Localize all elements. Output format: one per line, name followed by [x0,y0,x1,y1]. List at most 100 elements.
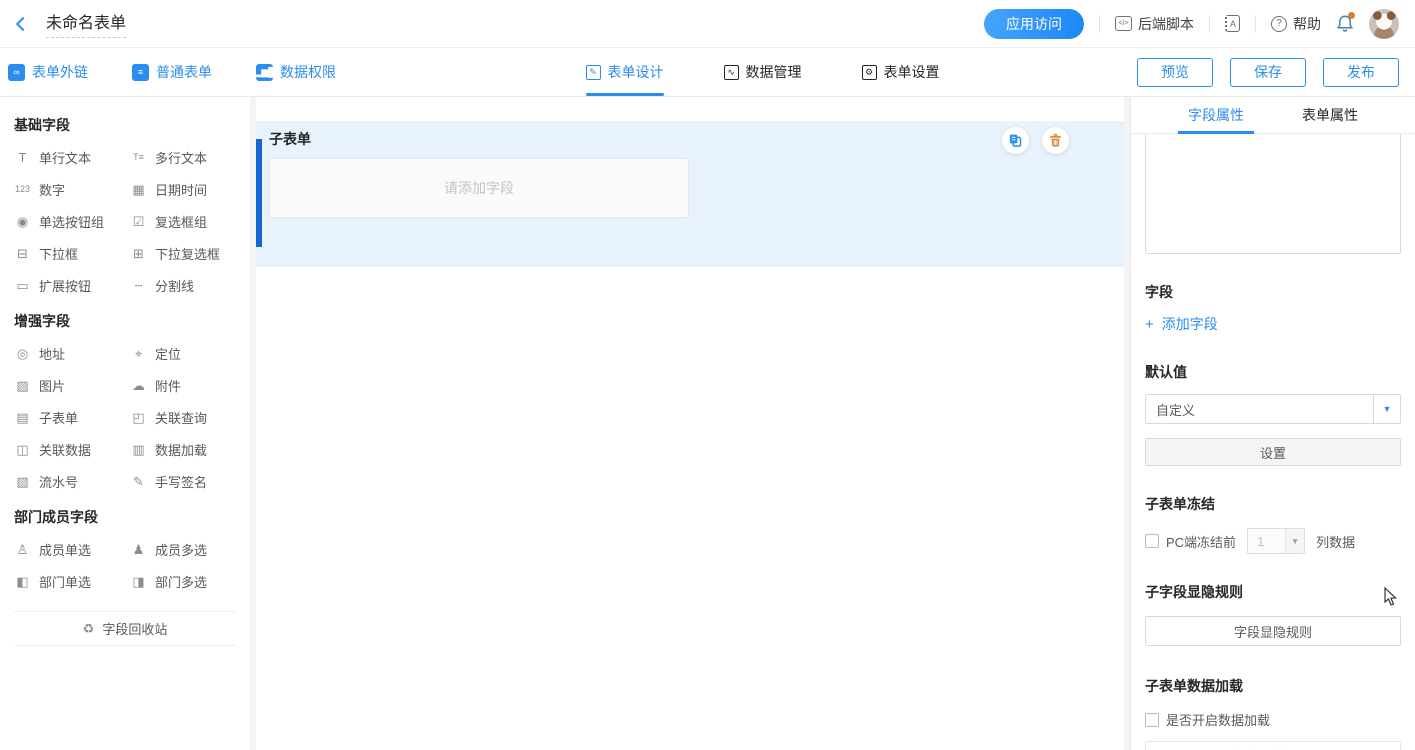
preview-button[interactable]: 预览 [1137,58,1213,87]
palette-item-label: 部门单选 [39,572,91,591]
code-icon: </> [1115,16,1132,31]
freeze-suffix-label: 列数据 [1316,532,1355,551]
panel-tab-field-props[interactable]: 字段属性 [1188,97,1244,133]
palette-item-subform[interactable]: ▤子表单 [14,401,130,433]
palette-item-data-load[interactable]: ▥数据加载 [130,433,246,465]
subform-dropzone[interactable]: 请添加字段 [269,158,689,218]
checkbox-icon: ☑ [130,215,147,228]
freeze-option-row: PC端冻结前 1 ▼ 列数据 [1145,528,1401,554]
subform-icon: ▤ [14,411,31,424]
palette-item-signature[interactable]: ✎手写签名 [130,465,246,497]
palette-item-member-multi[interactable]: ♟成员多选 [130,533,246,565]
app-access-button[interactable]: 应用访问 [984,9,1084,39]
palette-item-multi-select[interactable]: ⊞ 下拉复选框 [130,237,246,269]
notification-bell-button[interactable] [1336,14,1354,33]
palette-item-select[interactable]: ⊟下拉框 [14,237,130,269]
delete-field-button[interactable] [1042,127,1069,154]
backend-script-button[interactable]: </> 后端脚本 [1115,14,1194,34]
default-value-title: 默认值 [1145,362,1401,382]
freeze-checkbox[interactable] [1145,534,1159,548]
form-paper[interactable]: 子表单 请添加字段 [256,97,1124,750]
data-load-settings-button[interactable]: 数据加载设置 [1145,741,1401,750]
canvas-area: 子表单 请添加字段 [250,97,1130,750]
image-icon: ▨ [14,379,31,392]
palette-item-label: 流水号 [39,472,78,491]
freeze-section-title: 子表单冻结 [1145,494,1401,514]
palette-item-datetime[interactable]: ▦日期时间 [130,173,246,205]
form-toolbar: ∞表单外链 ≡普通表单 ▂▆█数据权限 ✎表单设计 ∿ 数据管理 ⚙表单设置 预览保存发布 [0,48,1415,97]
palette-item-single-line-text[interactable]: T单行文本 [14,141,130,173]
visibility-rules-button[interactable]: 字段显隐规则 [1145,616,1401,646]
subform-block-selected[interactable]: 子表单 请添加字段 [256,121,1124,267]
top-header: 未命名表单 应用访问 </> 后端脚本 A ? 帮助 [0,0,1415,48]
default-value-settings-button[interactable]: 设置 [1145,438,1401,466]
help-label: 帮助 [1293,14,1321,34]
palette-item-checkbox-group[interactable]: ☑ 复选框组 [130,205,246,237]
palette-item-image[interactable]: ▨ 图片 [14,369,130,401]
data-chart-icon: ∿ [724,65,739,80]
palette-item-address[interactable]: ◎地址 [14,337,130,369]
palette-item-label: 下拉复选框 [155,244,220,263]
palette-grid: ◎地址⌖定位 ▨ 图片 ☁附件▤子表单◰关联查询◫关联数据▥数据加载 ▧ 流水号 ✎手写签名 [14,337,250,497]
copy-icon [1008,133,1023,148]
data-load-icon: ▥ [130,443,147,456]
palette-section-title: 基础字段 [14,115,250,135]
help-button[interactable]: ? 帮助 [1271,14,1321,34]
toolbar-link-form-external-link[interactable]: ∞表单外链 [8,62,88,82]
panel-tab-form-props[interactable]: 表单属性 [1302,97,1358,133]
palette-item-serial-number[interactable]: ▧ 流水号 [14,465,130,497]
field-recycle-bin[interactable]: ♻字段回收站 [14,611,236,646]
contacts-icon[interactable]: A [1225,15,1240,32]
palette-item-linked-data[interactable]: ◫关联数据 [14,433,130,465]
scrolled-field-box[interactable] [1145,134,1401,254]
form-designer-app: 未命名表单 应用访问 </> 后端脚本 A ? 帮助 [0,0,1415,750]
palette-item-multi-line-text[interactable]: T≡多行文本 [130,141,246,173]
palette-item-geolocation[interactable]: ⌖定位 [130,337,246,369]
palette-item-radio-group[interactable]: ◉单选按钮组 [14,205,130,237]
user-avatar[interactable] [1369,9,1399,39]
field-palette-sidebar: 基础字段 T单行文本T≡多行文本123数字▦日期时间◉单选按钮组☑ 复选框组 ⊟下拉框… [0,97,250,750]
palette-item-number[interactable]: 123数字 [14,173,130,205]
freeze-checkbox-label: PC端冻结前 [1166,532,1236,551]
palette-item-attachment[interactable]: ☁附件 [130,369,246,401]
tab-form-design[interactable]: ✎表单设计 [586,48,664,96]
data-load-checkbox[interactable] [1145,713,1159,727]
dropdown-multi-icon: ⊞ [130,247,147,260]
palette-item-label: 图片 [39,376,65,395]
selection-bar [256,139,262,247]
palette-item-label: 成员单选 [39,540,91,559]
link-icon: ∞ [8,64,25,81]
tab-label: 数据管理 [746,62,802,82]
palette-item-divider[interactable]: ┄分割线 [130,269,246,301]
palette-item-dept-single[interactable]: ◧ 部门单选 [14,565,130,597]
tab-form-settings[interactable]: ⚙表单设置 [862,48,940,96]
palette-item-linked-query[interactable]: ◰关联查询 [130,401,246,433]
copy-field-button[interactable] [1002,127,1029,154]
field-section-title: 字段 [1145,282,1401,302]
form-title[interactable]: 未命名表单 [46,9,126,38]
subform-block-label: 子表单 [269,129,1124,149]
default-value-select[interactable]: 自定义 ▼ [1145,394,1401,424]
publish-button[interactable]: 发布 [1323,58,1399,87]
recycle-label: 字段回收站 [102,619,167,638]
palette-grid: T单行文本T≡多行文本123数字▦日期时间◉单选按钮组☑ 复选框组 ⊟下拉框⊞ 下拉复… [14,141,250,301]
add-field-link[interactable]: + 添加字段 [1145,314,1401,334]
palette-item-label: 成员多选 [155,540,207,559]
pill-button-icon: ▭ [14,279,31,292]
palette-item-label: 单选按钮组 [39,212,104,231]
serial-number-icon: ▧ [14,475,31,488]
toolbar-link-normal-form[interactable]: ≡普通表单 [132,62,212,82]
save-button[interactable]: 保存 [1230,58,1306,87]
palette-item-label: 复选框组 [155,212,207,231]
chevron-down-icon: ▼ [1285,529,1304,553]
tab-data-management[interactable]: ∿ 数据管理 [724,48,802,96]
freeze-count-select[interactable]: 1 ▼ [1247,528,1305,554]
department-icon: ◧ [14,575,31,588]
palette-item-member-single[interactable]: ♙成员单选 [14,533,130,565]
palette-item-extend-button[interactable]: ▭扩展按钮 [14,269,130,301]
data-load-section-title: 子表单数据加载 [1145,676,1401,696]
toolbar-link-data-permission[interactable]: ▂▆█数据权限 [256,62,336,82]
palette-item-dept-multi[interactable]: ◨部门多选 [130,565,246,597]
back-icon[interactable] [16,16,30,30]
backend-script-label: 后端脚本 [1138,14,1194,34]
